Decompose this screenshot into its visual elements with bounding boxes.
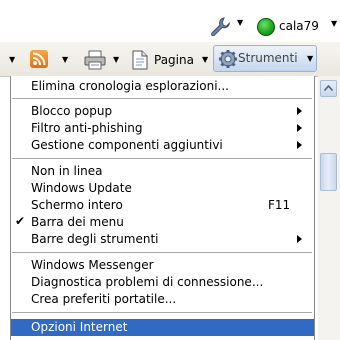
wrench-icon[interactable]: [209, 16, 231, 36]
menu-separator: [12, 98, 312, 99]
checkmark-icon: ✔: [15, 214, 26, 228]
submenu-arrow-icon: [297, 141, 302, 149]
tools-dropdown-menu: Elimina cronologia esplorazioni... Blocc…: [10, 76, 315, 340]
page-dropdown-icon[interactable]: ▼: [202, 55, 208, 64]
shortcut-label: F11: [268, 198, 291, 212]
wrench-dropdown-icon[interactable]: ▼: [237, 18, 243, 27]
menu-item-delete-history[interactable]: Elimina cronologia esplorazioni...: [11, 78, 314, 95]
user-name[interactable]: cala79: [279, 19, 319, 33]
status-bar: ▼ cala79 ▼: [0, 0, 340, 42]
menu-item-portable-favorites[interactable]: Crea preferiti portatile...: [11, 291, 314, 308]
menu-separator: [12, 312, 312, 313]
feeds-icon[interactable]: [30, 50, 48, 68]
menu-item-windows-update[interactable]: Windows Update: [11, 180, 314, 197]
menu-item-internet-options[interactable]: Opzioni Internet: [11, 319, 314, 336]
printer-icon[interactable]: [84, 50, 106, 70]
menu-item-menu-bar[interactable]: ✔ Barra dei menu: [11, 214, 314, 231]
menu-separator: [12, 252, 312, 253]
tools-button[interactable]: Strumenti ▼: [213, 45, 317, 72]
online-status-icon: [257, 18, 275, 36]
menu-item-full-screen[interactable]: Schermo intero F11: [11, 197, 314, 214]
menu-item-work-offline[interactable]: Non in linea: [11, 163, 314, 180]
menu-item-manage-addons[interactable]: Gestione componenti aggiuntivi: [11, 137, 314, 154]
menu-item-windows-messenger[interactable]: Windows Messenger: [11, 257, 314, 274]
gear-icon: [219, 50, 237, 68]
menu-item-phishing-filter[interactable]: Filtro anti-phishing: [11, 120, 314, 137]
user-dropdown-icon[interactable]: ▼: [331, 19, 337, 28]
submenu-arrow-icon: [297, 107, 302, 115]
menu-item-diagnose-connection[interactable]: Diagnostica problemi di connessione...: [11, 274, 314, 291]
page-menu-label[interactable]: Pagina: [154, 53, 194, 67]
feeds-dropdown-icon[interactable]: ▼: [62, 55, 68, 64]
chevron-up-icon: [324, 85, 333, 91]
home-dropdown-icon[interactable]: ▼: [9, 55, 15, 64]
scroll-up-button[interactable]: [320, 80, 337, 97]
menu-separator: [12, 158, 312, 159]
menu-item-popup-blocker[interactable]: Blocco popup: [11, 103, 314, 120]
page-icon[interactable]: [130, 50, 150, 70]
menu-item-toolbars[interactable]: Barre degli strumenti: [11, 231, 314, 248]
submenu-arrow-icon: [297, 235, 302, 243]
scroll-thumb[interactable]: [320, 153, 337, 191]
vertical-scrollbar[interactable]: [318, 76, 340, 340]
submenu-arrow-icon: [297, 124, 302, 132]
tools-label: Strumenti: [238, 51, 298, 65]
print-dropdown-icon[interactable]: ▼: [113, 55, 119, 64]
command-bar: ▼ ▼ ▼ Pagina ▼ Strumenti ▼: [0, 42, 340, 77]
tools-dropdown-icon: ▼: [307, 54, 314, 63]
